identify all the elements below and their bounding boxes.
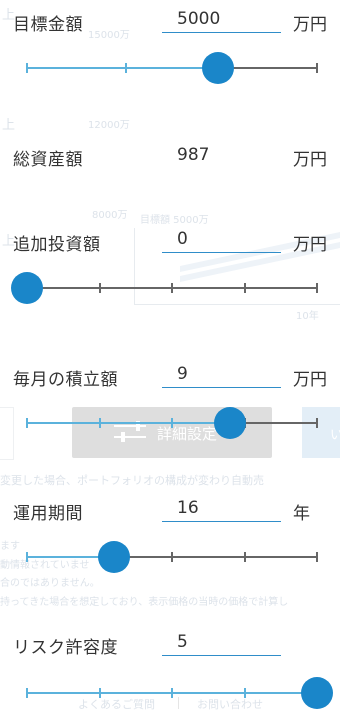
slider-tick bbox=[243, 283, 246, 293]
slider-thumb[interactable] bbox=[11, 272, 43, 304]
target-amount-slider[interactable] bbox=[26, 52, 318, 84]
monthly-contribution-value: 9 bbox=[177, 364, 188, 384]
investment-period-slider[interactable] bbox=[26, 541, 318, 573]
bg-disclaimer: 合のではありません。 bbox=[0, 578, 100, 589]
bg-disclaimer: ます bbox=[0, 541, 20, 552]
bg-chart-label: 8000万 bbox=[92, 210, 128, 221]
slider-thumb[interactable] bbox=[214, 407, 246, 439]
total-assets-unit: 万円 bbox=[293, 150, 327, 170]
total-assets-value: 987 bbox=[177, 145, 210, 165]
additional-investment-slider[interactable] bbox=[11, 272, 318, 304]
slider-tick bbox=[316, 418, 318, 428]
investment-period-label: 運用期間 bbox=[13, 504, 83, 524]
risk-tolerance-input[interactable]: 5 bbox=[162, 631, 281, 656]
additional-investment-unit: 万円 bbox=[293, 235, 327, 255]
bg-chart-label: 10年 bbox=[296, 311, 319, 322]
target-amount-unit: 万円 bbox=[293, 15, 327, 35]
slider-tick bbox=[171, 688, 173, 698]
bg-disclaimer: 持ってきた場合を想定しており、表示価格の当時の価格で計算し bbox=[0, 597, 289, 608]
additional-investment-value: 0 bbox=[177, 229, 188, 249]
slider-tick bbox=[26, 552, 28, 562]
slider-tick bbox=[171, 552, 173, 562]
slider-tick bbox=[171, 283, 173, 293]
slider-tick bbox=[26, 688, 28, 698]
slider-tick bbox=[316, 283, 318, 293]
bg-chart-label: 12000万 bbox=[88, 120, 130, 131]
additional-investment-input[interactable]: 0 bbox=[162, 228, 281, 253]
slider-tick bbox=[316, 552, 318, 562]
slider-tick bbox=[26, 418, 28, 428]
slider-fill bbox=[27, 67, 219, 69]
slider-tick bbox=[98, 418, 101, 428]
bg-chart-label: 15000万 bbox=[88, 30, 130, 41]
slider-tick bbox=[26, 63, 28, 73]
bg-chart-label: 上 bbox=[2, 118, 16, 133]
slider-thumb[interactable] bbox=[301, 677, 333, 709]
bg-side-button: い bbox=[302, 407, 340, 458]
monthly-contribution-input[interactable]: 9 bbox=[162, 363, 281, 388]
monthly-contribution-unit: 万円 bbox=[293, 370, 327, 390]
bg-notice: 変更した場合、ポートフォリオの構成が変わり自動売 bbox=[0, 474, 264, 487]
slider-tick bbox=[243, 552, 246, 562]
slider-tick bbox=[171, 418, 173, 428]
monthly-contribution-label: 毎月の積立額 bbox=[13, 370, 118, 390]
slider-tick bbox=[98, 688, 101, 698]
monthly-contribution-slider[interactable] bbox=[26, 407, 318, 439]
risk-tolerance-label: リスク許容度 bbox=[13, 638, 118, 658]
investment-period-value: 16 bbox=[177, 498, 199, 518]
investment-period-unit: 年 bbox=[293, 504, 310, 524]
slider-tick bbox=[124, 63, 127, 73]
target-amount-input[interactable]: 5000 bbox=[162, 8, 281, 33]
total-assets-label: 総資産額 bbox=[13, 150, 83, 170]
target-amount-value: 5000 bbox=[177, 9, 221, 29]
background-page: 上 15000万 上 12000万 8000万 目標額 5000万 上 10年 … bbox=[0, 0, 340, 716]
slider-fill bbox=[27, 422, 230, 424]
slider-tick bbox=[243, 688, 246, 698]
investment-period-input[interactable]: 16 bbox=[162, 497, 281, 522]
additional-investment-label: 追加投資額 bbox=[13, 235, 101, 255]
slider-thumb[interactable] bbox=[98, 541, 130, 573]
slider-tick bbox=[316, 63, 318, 73]
bg-chart-label: 目標額 5000万 bbox=[140, 215, 209, 226]
target-amount-label: 目標金額 bbox=[13, 15, 83, 35]
risk-tolerance-value: 5 bbox=[177, 632, 188, 652]
slider-tick bbox=[98, 283, 101, 293]
bg-side-box bbox=[0, 407, 14, 460]
risk-tolerance-slider[interactable] bbox=[26, 677, 333, 709]
